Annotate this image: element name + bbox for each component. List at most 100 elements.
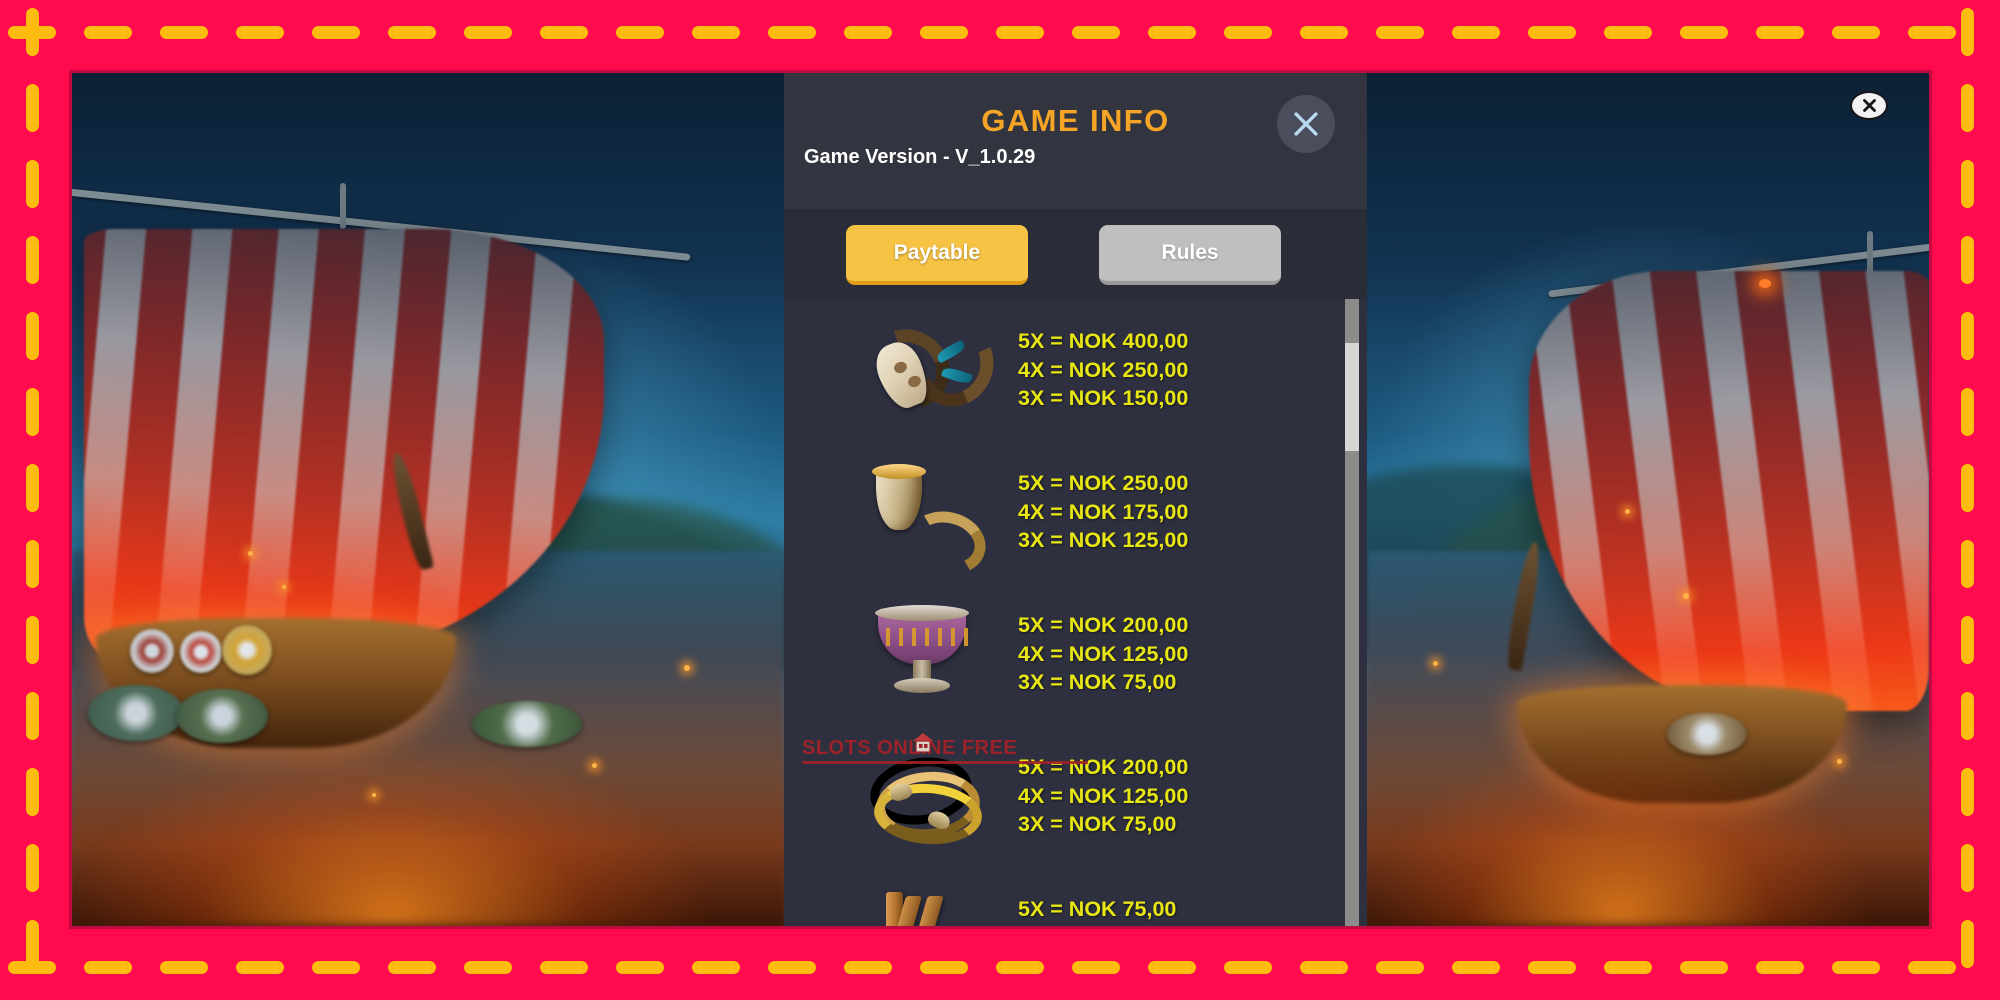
border-dash xyxy=(160,26,208,39)
border-dash xyxy=(1961,236,1974,284)
border-dash xyxy=(1452,26,1500,39)
border-dash xyxy=(1961,616,1974,664)
border-dash xyxy=(1224,26,1272,39)
ember xyxy=(248,551,253,556)
skull-art xyxy=(852,311,1006,424)
border-dash xyxy=(1908,26,1956,39)
horn-art xyxy=(868,464,993,583)
table-row: 5X = NOK 200,00 4X = NOK 125,00 3X = NOK… xyxy=(784,583,1367,725)
drinking-horn-symbol xyxy=(852,458,993,583)
border-dash xyxy=(84,26,132,39)
ember xyxy=(684,665,690,671)
border-dash xyxy=(1961,464,1974,512)
border-dash xyxy=(1528,961,1576,974)
border-dash xyxy=(26,920,39,968)
border-dash xyxy=(464,961,512,974)
border-dash xyxy=(692,26,740,39)
border-dash xyxy=(1148,26,1196,39)
border-dash xyxy=(26,616,39,664)
border-dash xyxy=(26,388,39,436)
pay-values: 5X = NOK 200,00 4X = NOK 125,00 3X = NOK… xyxy=(1018,753,1188,839)
pay-values: 5X = NOK 400,00 4X = NOK 250,00 3X = NOK… xyxy=(1018,327,1188,413)
decorative-frame: GAME INFO Game Version - V_1.0.29 Paytab… xyxy=(0,0,2000,1000)
rune-art xyxy=(882,890,960,926)
border-dash xyxy=(1604,961,1652,974)
border-dash xyxy=(1756,26,1804,39)
pay-line: 3X = NOK 75,00 xyxy=(1018,670,1177,695)
dialog-header: GAME INFO Game Version - V_1.0.29 xyxy=(784,73,1367,209)
pay-line: 5X = NOK 400,00 xyxy=(1018,329,1189,354)
table-row: 5X = NOK 400,00 4X = NOK 250,00 3X = NOK… xyxy=(784,299,1367,441)
goblet-stem xyxy=(913,660,931,680)
border-dash xyxy=(236,961,284,974)
border-dash xyxy=(1961,160,1974,208)
border-dash xyxy=(768,961,816,974)
goblet-symbol xyxy=(852,600,992,708)
border-dash xyxy=(26,844,39,892)
close-x-icon xyxy=(1294,112,1318,136)
sail xyxy=(84,229,604,659)
ember xyxy=(592,763,597,768)
ember xyxy=(1625,509,1630,514)
ember xyxy=(1837,759,1842,764)
goblet-knotwork xyxy=(886,628,970,646)
border-dash xyxy=(388,961,436,974)
pay-line: 4X = NOK 50,00 xyxy=(1018,924,1176,927)
border-dash xyxy=(1452,961,1500,974)
goblet-rim xyxy=(875,605,969,621)
watermark-house-icon xyxy=(910,731,936,755)
border-dash xyxy=(1961,920,1974,968)
border-dash xyxy=(236,26,284,39)
goblet-art xyxy=(872,605,972,700)
site-watermark: SLOTS ONLINE FREE xyxy=(802,737,1018,759)
dialog-close-button[interactable] xyxy=(1277,95,1335,153)
background-art-left xyxy=(72,73,784,926)
border-dash xyxy=(616,961,664,974)
border-dash xyxy=(1680,26,1728,39)
border-dash xyxy=(1961,540,1974,588)
pay-line: 4X = NOK 250,00 xyxy=(1018,357,1189,382)
border-dash xyxy=(920,26,968,39)
border-dash xyxy=(26,540,39,588)
border-dash xyxy=(540,26,588,39)
border-dash xyxy=(1961,8,1974,56)
pay-line: 3X = NOK 75,00 xyxy=(1018,812,1177,837)
border-dash xyxy=(1756,961,1804,974)
ember xyxy=(1433,661,1438,666)
border-dash xyxy=(1072,26,1120,39)
border-dash xyxy=(312,26,360,39)
border-dash xyxy=(996,961,1044,974)
border-dash xyxy=(464,26,512,39)
ember xyxy=(1759,279,1771,288)
background-art-right xyxy=(1367,73,1929,926)
pay-values: 5X = NOK 250,00 4X = NOK 175,00 3X = NOK… xyxy=(1018,469,1188,555)
border-dash xyxy=(1604,26,1652,39)
border-dash xyxy=(160,961,208,974)
close-x-icon xyxy=(1862,99,1876,112)
tab-paytable[interactable]: Paytable xyxy=(846,225,1028,285)
ember xyxy=(282,585,286,589)
border-dash xyxy=(26,768,39,816)
border-dash xyxy=(844,26,892,39)
border-dash xyxy=(1300,26,1348,39)
paytable-scroll-area[interactable]: 5X = NOK 400,00 4X = NOK 250,00 3X = NOK… xyxy=(784,299,1367,926)
border-dash xyxy=(996,26,1044,39)
tab-rules[interactable]: Rules xyxy=(1099,225,1281,285)
border-dash xyxy=(26,236,39,284)
pay-line: 4X = NOK 175,00 xyxy=(1018,499,1189,524)
scrollbar-thumb[interactable] xyxy=(1345,343,1359,451)
border-dash xyxy=(844,961,892,974)
border-dash xyxy=(26,84,39,132)
stage-close-button[interactable] xyxy=(1850,91,1888,120)
border-dash xyxy=(1961,692,1974,740)
border-dash xyxy=(1908,961,1956,974)
border-dash xyxy=(1961,84,1974,132)
pay-line: 3X = NOK 125,00 xyxy=(1018,528,1189,553)
pay-line: 4X = NOK 125,00 xyxy=(1018,783,1189,808)
game-stage: GAME INFO Game Version - V_1.0.29 Paytab… xyxy=(72,73,1929,926)
border-dash xyxy=(540,961,588,974)
pay-line: 5X = NOK 200,00 xyxy=(1018,613,1189,638)
border-dash xyxy=(1961,388,1974,436)
ember xyxy=(1683,593,1689,599)
border-dash xyxy=(26,464,39,512)
